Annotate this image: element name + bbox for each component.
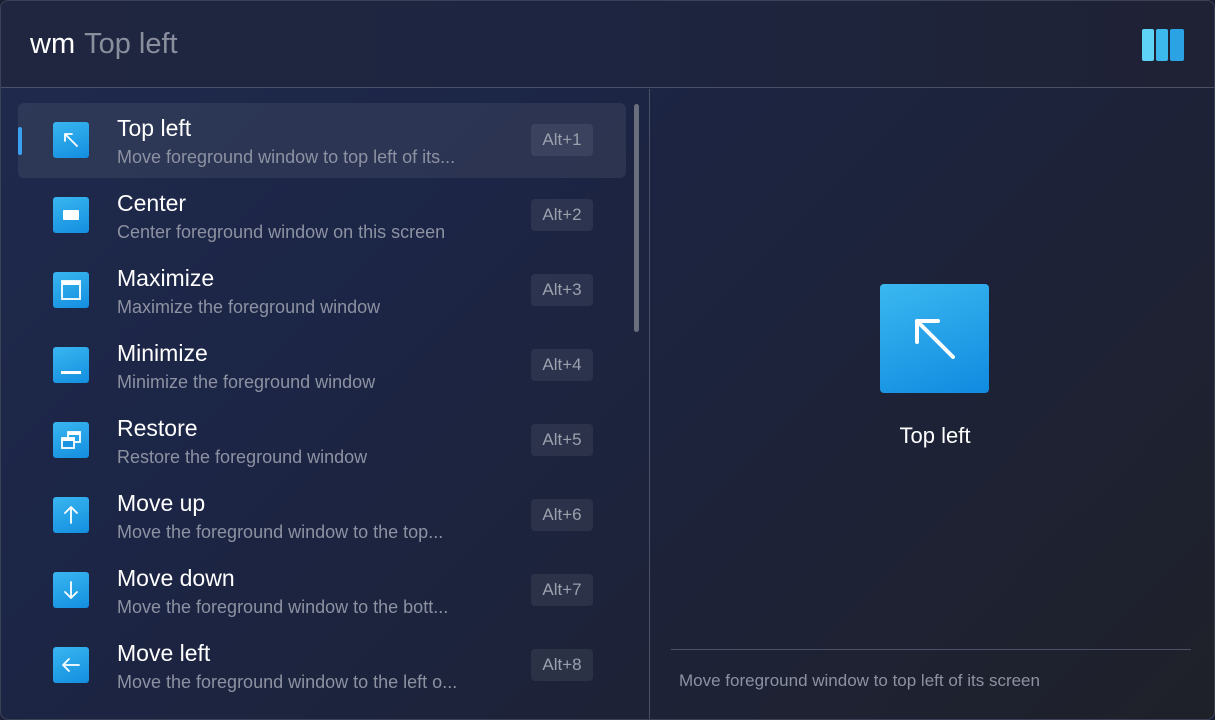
list-item-move-down[interactable]: Move down Move the foreground window to … bbox=[18, 553, 626, 628]
list-item-maximize[interactable]: Maximize Maximize the foreground window … bbox=[18, 253, 626, 328]
search-input[interactable]: Top left bbox=[84, 28, 178, 61]
shortcut-badge: Alt+6 bbox=[531, 499, 593, 531]
arrow-up-left-icon bbox=[53, 122, 89, 158]
arrow-up-left-icon bbox=[880, 284, 989, 393]
item-description: Restore the foreground window bbox=[117, 447, 368, 467]
detail-title: Top left bbox=[899, 423, 971, 448]
launcher-window: wm Top left Top left Move foreground win… bbox=[0, 0, 1215, 720]
results-list-pane: Top left Move foreground window to top l… bbox=[1, 89, 650, 719]
maximize-icon bbox=[53, 272, 89, 308]
shortcut-badge: Alt+7 bbox=[531, 574, 593, 606]
item-description: Move the foreground window to the top... bbox=[117, 522, 444, 542]
arrow-down-icon bbox=[53, 572, 89, 608]
shortcut-badge: Alt+1 bbox=[531, 124, 593, 156]
list-scrollbar[interactable] bbox=[634, 104, 639, 332]
item-description: Move foreground window to top left of it… bbox=[117, 147, 456, 167]
item-description: Move the foreground window to the bott..… bbox=[117, 597, 449, 617]
item-description: Minimize the foreground window bbox=[117, 372, 376, 392]
arrow-left-icon bbox=[53, 647, 89, 683]
wm-app-logo-icon bbox=[1142, 29, 1184, 61]
detail-divider bbox=[671, 649, 1191, 650]
item-title: Move left bbox=[117, 640, 211, 666]
results-list: Top left Move foreground window to top l… bbox=[18, 103, 628, 703]
shortcut-badge: Alt+8 bbox=[531, 649, 593, 681]
list-item-minimize[interactable]: Minimize Minimize the foreground window … bbox=[18, 328, 626, 403]
list-item-top-left[interactable]: Top left Move foreground window to top l… bbox=[18, 103, 626, 178]
list-item-restore[interactable]: Restore Restore the foreground window Al… bbox=[18, 403, 626, 478]
list-item-move-up[interactable]: Move up Move the foreground window to th… bbox=[18, 478, 626, 553]
shortcut-badge: Alt+4 bbox=[531, 349, 593, 381]
item-title: Restore bbox=[117, 415, 198, 441]
item-title: Top left bbox=[117, 115, 192, 141]
center-window-icon bbox=[53, 197, 89, 233]
item-title: Move down bbox=[117, 565, 235, 591]
minimize-icon bbox=[53, 347, 89, 383]
item-title: Center bbox=[117, 190, 187, 216]
item-title: Maximize bbox=[117, 265, 215, 291]
item-title: Minimize bbox=[117, 340, 208, 366]
restore-icon bbox=[53, 422, 89, 458]
shortcut-badge: Alt+2 bbox=[531, 199, 593, 231]
arrow-up-icon bbox=[53, 497, 89, 533]
item-description: Move the foreground window to the left o… bbox=[117, 672, 458, 692]
detail-pane: Top left Move foreground window to top l… bbox=[651, 89, 1214, 719]
search-bar[interactable]: wm Top left bbox=[1, 1, 1214, 88]
shortcut-badge: Alt+3 bbox=[531, 274, 593, 306]
list-item-center[interactable]: Center Center foreground window on this … bbox=[18, 178, 626, 253]
shortcut-badge: Alt+5 bbox=[531, 424, 593, 456]
list-item-move-left[interactable]: Move left Move the foreground window to … bbox=[18, 628, 626, 703]
detail-description: Move foreground window to top left of it… bbox=[679, 671, 1040, 690]
item-description: Center foreground window on this screen bbox=[117, 222, 446, 242]
selection-indicator bbox=[18, 127, 22, 155]
item-description: Maximize the foreground window bbox=[117, 297, 381, 317]
item-title: Move up bbox=[117, 490, 206, 516]
search-prefix: wm bbox=[30, 27, 76, 60]
